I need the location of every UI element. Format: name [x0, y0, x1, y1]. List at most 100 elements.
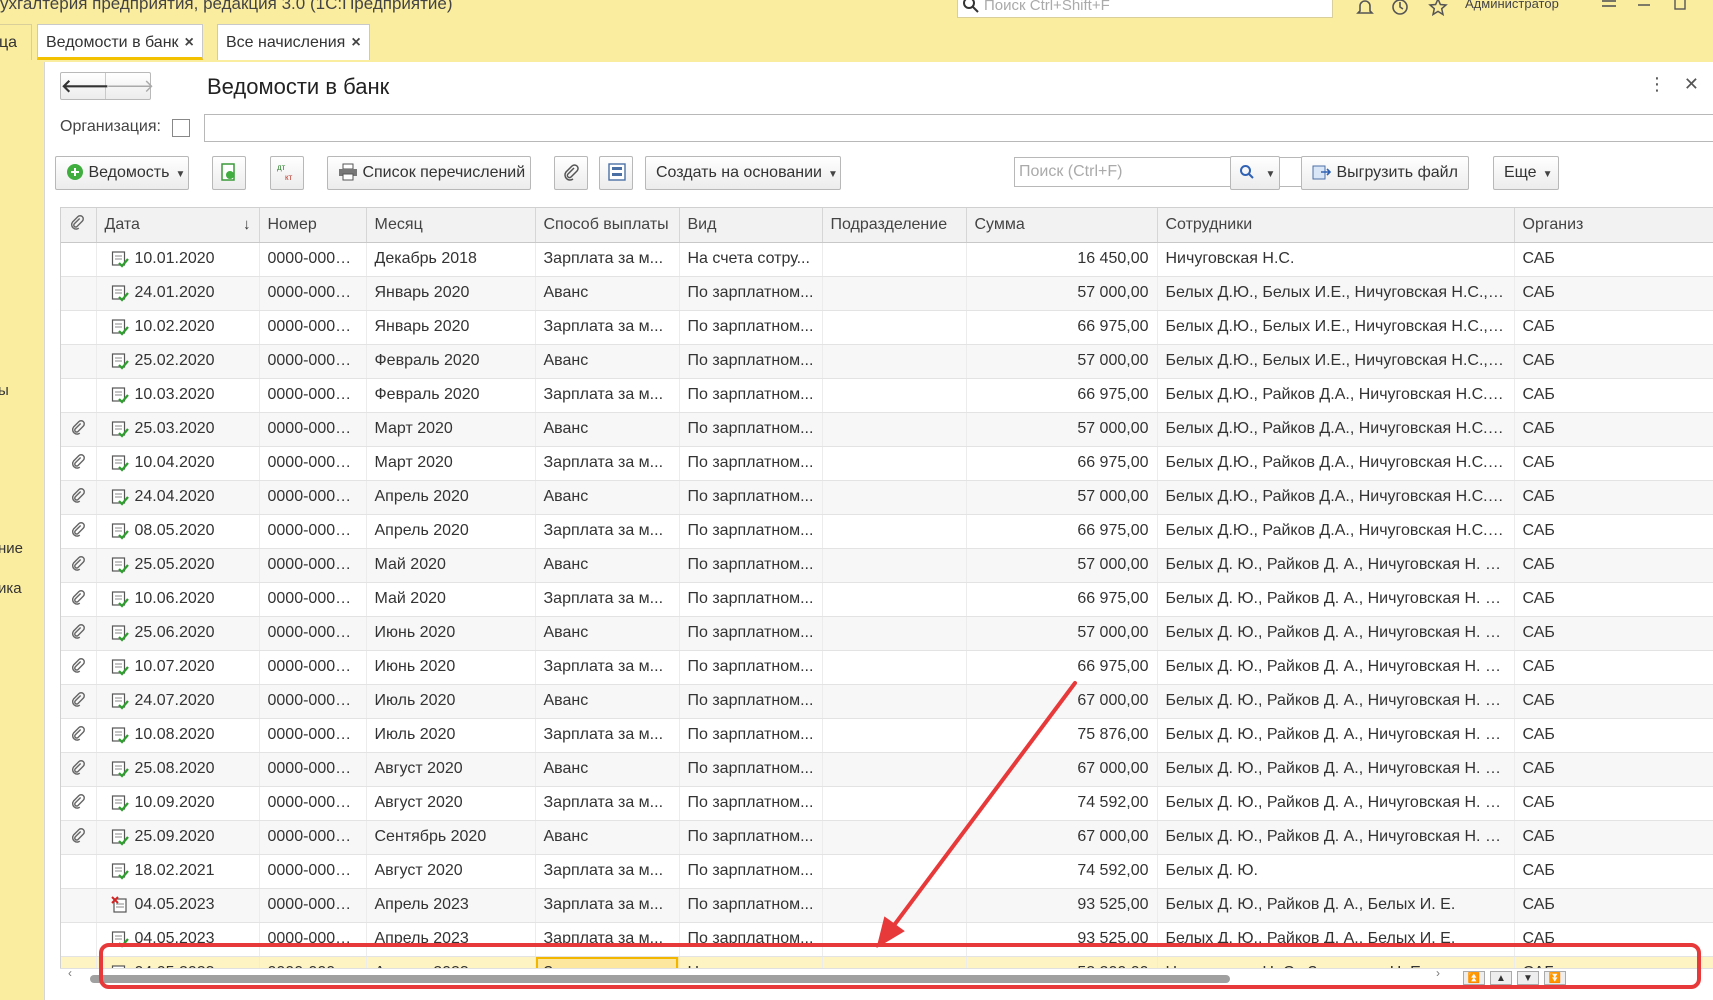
cell-num[interactable]: 0000-000007 — [259, 344, 367, 379]
cell-podr[interactable] — [822, 718, 967, 753]
column-header-attachment[interactable] — [61, 208, 97, 243]
cell-podr[interactable] — [822, 276, 967, 311]
cell-podr[interactable] — [822, 650, 967, 685]
cell-summa[interactable]: 57 000,00 — [966, 276, 1158, 311]
table-row[interactable]: 24.04.2020 0000-000014 Апрель 2020 Аванс По … — [61, 480, 1713, 515]
attach-button[interactable] — [554, 156, 588, 190]
cell-num[interactable]: 0000-000019 — [259, 616, 367, 651]
menu-lines-icon[interactable] — [1600, 0, 1618, 15]
cell-vid[interactable]: По зарплатном... — [679, 684, 823, 719]
search-button[interactable]: ▼ — [1230, 156, 1280, 190]
cell-vid[interactable]: По зарплатном... — [679, 582, 823, 617]
cell-month[interactable]: Сентябрь 2020 — [366, 820, 536, 855]
cell-month[interactable]: Январь 2020 — [366, 310, 536, 345]
cell-month[interactable]: Август 2020 — [366, 786, 536, 821]
cell-date[interactable]: 24.01.2020 — [96, 276, 260, 311]
cell-sposob[interactable]: Аванс — [535, 616, 680, 651]
cell-vid[interactable]: По зарплатном... — [679, 922, 823, 957]
left-panel-item[interactable]: ика — [0, 580, 22, 597]
cell-podr[interactable] — [822, 446, 967, 481]
cell-num[interactable]: 0000-000001 — [259, 242, 367, 277]
column-header[interactable]: Месяц — [366, 208, 536, 243]
cell-sotr[interactable]: Белых Д.Ю., Райков Д.А., Ничуговская Н.С… — [1157, 480, 1515, 515]
cell-sotr[interactable]: Белых Д. Ю., Райков Д. А., Ничуговская Н… — [1157, 752, 1515, 787]
cell-vid[interactable]: По зарплатном... — [679, 514, 823, 549]
close-form-icon[interactable]: ✕ — [1684, 74, 1699, 95]
cell-summa[interactable]: 67 000,00 — [966, 752, 1158, 787]
cell-month[interactable]: Апрель 2023 — [366, 922, 536, 957]
cell-month[interactable]: Февраль 2020 — [366, 344, 536, 379]
cell-summa[interactable]: 66 975,00 — [966, 446, 1158, 481]
cell-month[interactable]: Май 2020 — [366, 548, 536, 583]
organization-checkbox[interactable] — [172, 119, 190, 137]
cell-month[interactable]: Июль 2020 — [366, 718, 536, 753]
scroll-right-icon[interactable]: › — [1436, 966, 1440, 980]
table-row[interactable]: 24.07.2020 0000-000021 Июль 2020 Аванс По за… — [61, 684, 1713, 719]
cell-vid[interactable]: По зарплатном... — [679, 412, 823, 447]
column-header[interactable]: Номер — [259, 208, 367, 243]
cell-podr[interactable] — [822, 684, 967, 719]
star-icon[interactable] — [1428, 0, 1448, 17]
cell-sotr[interactable]: Белых Д.Ю., Райков Д.А., Ничуговская Н.С… — [1157, 412, 1515, 447]
column-header[interactable]: Организ — [1514, 208, 1713, 243]
close-icon[interactable]: × — [185, 34, 194, 51]
cell-sotr[interactable]: Белых Д. Ю., Райков Д. А., Ничуговская Н… — [1157, 616, 1515, 651]
cell-summa[interactable]: 93 525,00 — [966, 922, 1158, 957]
user-name[interactable]: Администратор — [1465, 0, 1559, 11]
cell-sotr[interactable]: Белых Д. Ю., Райков Д. А., Ничуговская Н… — [1157, 786, 1515, 821]
cell-sposob[interactable]: Зарплата за м... — [535, 888, 680, 923]
cell-sposob[interactable]: Аванс — [535, 684, 680, 719]
cell-org[interactable]: САБ — [1514, 616, 1713, 651]
cell-date[interactable]: 10.01.2020 — [96, 242, 260, 277]
cell-num[interactable]: 0000-000018 — [259, 582, 367, 617]
cell-date[interactable]: 10.09.2020 — [96, 786, 260, 821]
cell-month[interactable]: Июнь 2020 — [366, 616, 536, 651]
cell-summa[interactable]: 66 975,00 — [966, 514, 1158, 549]
copy-document-button[interactable] — [212, 156, 246, 190]
cell-summa[interactable]: 66 975,00 — [966, 378, 1158, 413]
organization-select[interactable]: ▼ — [204, 114, 1713, 142]
cell-month[interactable]: Апрель 2023 — [366, 888, 536, 923]
cell-sposob[interactable]: Зарплата за м... — [535, 582, 680, 617]
cell-sotr[interactable]: Белых Д.Ю., Райков Д.А., Ничуговская Н.С… — [1157, 446, 1515, 481]
tab-home[interactable]: ца — [0, 24, 32, 60]
cell-vid[interactable]: По зарплатном... — [679, 310, 823, 345]
cell-podr[interactable] — [822, 344, 967, 379]
table-row[interactable]: 04.05.2023 0000-000001 Апрель 2023 Зарплата… — [61, 888, 1713, 923]
cell-podr[interactable] — [822, 242, 967, 277]
cell-num[interactable]: 0000-000015 — [259, 514, 367, 549]
cell-vid[interactable]: По зарплатном... — [679, 276, 823, 311]
cell-sposob[interactable]: Зарплата за м... — [535, 718, 680, 753]
cell-podr[interactable] — [822, 582, 967, 617]
cell-org[interactable]: САБ — [1514, 276, 1713, 311]
cell-num[interactable]: 0000-000009 — [259, 378, 367, 413]
close-icon[interactable]: × — [351, 34, 360, 51]
cell-sotr[interactable]: Белых Д.Ю., Белых И.Е., Ничуговская Н.С.… — [1157, 344, 1515, 379]
cell-date[interactable]: 10.02.2020 — [96, 310, 260, 345]
cell-podr[interactable] — [822, 888, 967, 923]
cell-sposob[interactable]: Зарплата за м... — [535, 922, 680, 957]
cell-num[interactable]: 0000-000004 — [259, 310, 367, 345]
cell-month[interactable]: Март 2020 — [366, 412, 536, 447]
cell-date[interactable]: 25.08.2020 — [96, 752, 260, 787]
table-row[interactable]: 04.05.2023 0000-000002 Апрель 2023 Зарплата… — [61, 922, 1713, 957]
cell-org[interactable]: САБ — [1514, 650, 1713, 685]
cell-vid[interactable]: По зарплатном... — [679, 854, 823, 889]
cell-vid[interactable]: По зарплатном... — [679, 650, 823, 685]
cell-summa[interactable]: 67 000,00 — [966, 820, 1158, 855]
cell-num[interactable]: 0000-000026 — [259, 820, 367, 855]
cell-vid[interactable]: По зарплатном... — [679, 548, 823, 583]
cell-org[interactable]: САБ — [1514, 786, 1713, 821]
cell-sotr[interactable]: Белых Д. Ю., Райков Д. А., Белых И. Е. — [1157, 922, 1515, 957]
left-panel-item[interactable]: ы — [0, 382, 9, 399]
cell-date[interactable]: 10.07.2020 — [96, 650, 260, 685]
cell-date[interactable]: 25.03.2020 — [96, 412, 260, 447]
table-row[interactable]: 08.05.2020 0000-000015 Апрель 2020 Зарплата… — [61, 514, 1713, 549]
history-icon[interactable] — [1390, 0, 1410, 17]
cell-date[interactable]: 25.05.2020 — [96, 548, 260, 583]
cell-sposob[interactable]: Зарплата за м... — [535, 514, 680, 549]
table-row[interactable]: 25.08.2020 0000-000023 Август 2020 Аванс По … — [61, 752, 1713, 787]
table-row[interactable]: 10.06.2020 0000-000018 Май 2020 Зарплата за… — [61, 582, 1713, 617]
scroll-top-icon[interactable]: ⏫ — [1463, 971, 1485, 985]
cell-podr[interactable] — [822, 922, 967, 957]
